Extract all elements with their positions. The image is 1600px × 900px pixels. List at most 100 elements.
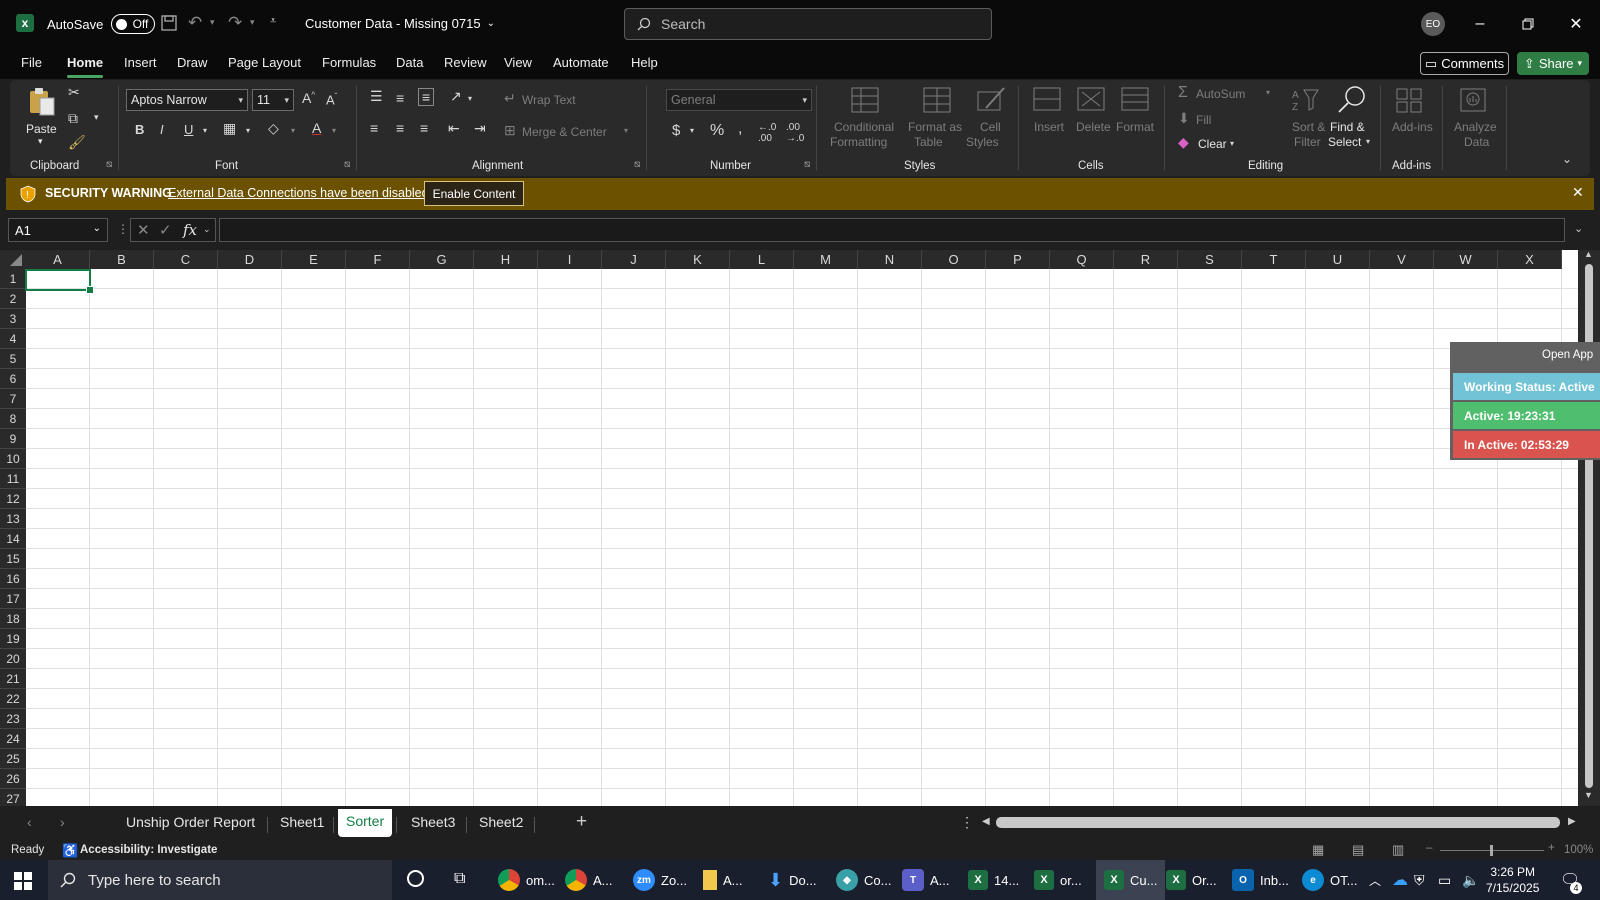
cut-icon[interactable]: ✂ <box>68 84 80 101</box>
redo-dropdown-icon[interactable]: ▾ <box>250 17 255 28</box>
add-ins-icon[interactable] <box>1394 86 1426 118</box>
accessibility-status[interactable]: Accessibility: Investigate <box>80 844 217 856</box>
row-header[interactable]: 22 <box>0 689 26 709</box>
menu-insert[interactable]: Insert <box>124 55 157 70</box>
sheet-tab-sheet3[interactable]: Sheet3 <box>411 814 455 830</box>
fill-icon[interactable]: ⬇ <box>1178 110 1190 127</box>
row-header[interactable]: 4 <box>0 329 26 349</box>
row-header[interactable]: 7 <box>0 389 26 409</box>
taskbar-app-excel-3[interactable]: X Or... <box>1166 860 1217 900</box>
enter-icon[interactable]: ✓ <box>159 221 172 239</box>
restore-icon[interactable] <box>1516 12 1540 36</box>
cell-styles-button[interactable]: Cell <box>980 120 1001 134</box>
chevron-down-icon[interactable]: ⌄ <box>93 223 101 234</box>
analyze-data-button[interactable]: Analyze <box>1454 120 1497 134</box>
sheet-tab-sorter[interactable]: Sorter <box>338 809 393 837</box>
menu-help[interactable]: Help <box>631 55 658 70</box>
column-header[interactable]: G <box>410 250 474 269</box>
more-options-icon[interactable]: ⋮ <box>960 814 974 831</box>
taskbar-app-edge[interactable]: e OT... <box>1302 860 1357 900</box>
zoom-slider[interactable] <box>1440 845 1544 856</box>
column-header[interactable]: Q <box>1050 250 1114 269</box>
row-header[interactable]: 5 <box>0 349 26 369</box>
row-header[interactable]: 14 <box>0 529 26 549</box>
column-header[interactable]: P <box>986 250 1050 269</box>
task-view-icon[interactable]: ⧉ <box>454 870 465 888</box>
bold-icon[interactable]: B <box>135 122 144 137</box>
paste-label[interactable]: Paste <box>26 122 57 136</box>
redo-icon[interactable]: ↷ <box>228 13 242 33</box>
autosum-button[interactable]: AutoSum <box>1196 87 1245 101</box>
conditional-formatting-icon[interactable] <box>850 86 882 118</box>
column-header[interactable]: X <box>1498 250 1562 269</box>
row-header[interactable]: 25 <box>0 749 26 769</box>
zoom-out-icon[interactable]: – <box>1426 842 1432 854</box>
row-header[interactable]: 17 <box>0 589 26 609</box>
scroll-down-icon[interactable]: ▼ <box>1584 790 1593 800</box>
share-button[interactable]: ⇪ Share ▾ <box>1517 52 1589 75</box>
insert-cells-icon[interactable] <box>1032 86 1064 118</box>
italic-icon[interactable]: I <box>160 122 164 137</box>
autosave-control[interactable]: AutoSave Off <box>47 14 156 34</box>
normal-view-icon[interactable]: ▦ <box>1312 842 1324 858</box>
column-header[interactable]: R <box>1114 250 1178 269</box>
column-header[interactable]: J <box>602 250 666 269</box>
conditional-formatting-button[interactable]: Conditional <box>834 120 894 134</box>
merge-center-button[interactable]: Merge & Center <box>522 125 607 139</box>
column-header[interactable]: M <box>794 250 858 269</box>
menu-review[interactable]: Review <box>444 55 487 70</box>
row-header[interactable]: 13 <box>0 509 26 529</box>
column-header[interactable]: E <box>282 250 346 269</box>
fill-color-icon[interactable]: ◇ <box>268 120 279 137</box>
row-header[interactable]: 24 <box>0 729 26 749</box>
taskbar-app-excel-2[interactable]: Xor... <box>1034 860 1082 900</box>
fill-button[interactable]: Fill <box>1196 113 1211 127</box>
column-header[interactable]: O <box>922 250 986 269</box>
taskbar-app-teams[interactable]: T A... <box>902 860 950 900</box>
undo-icon[interactable]: ↶ <box>188 13 202 33</box>
sort-filter-icon[interactable]: AZ <box>1290 86 1322 118</box>
format-cells-icon[interactable] <box>1120 86 1152 118</box>
column-header[interactable]: B <box>90 250 154 269</box>
row-header[interactable]: 20 <box>0 649 26 669</box>
insert-cells-button[interactable]: Insert <box>1034 120 1064 134</box>
more-options-icon[interactable]: ⋮ <box>117 222 129 236</box>
find-select-icon[interactable] <box>1336 84 1368 116</box>
format-cells-button[interactable]: Format <box>1116 120 1154 134</box>
column-header[interactable]: L <box>730 250 794 269</box>
dialog-launcher-icon[interactable]: ⧅ <box>106 159 112 170</box>
search-input[interactable]: Search <box>624 8 992 40</box>
avatar[interactable]: EO <box>1421 12 1445 36</box>
customize-qat-icon[interactable]: ⩡ <box>270 15 276 28</box>
cortana-icon[interactable] <box>407 870 424 887</box>
column-header[interactable]: H <box>474 250 538 269</box>
format-painter-icon[interactable]: 🖌 <box>68 134 86 151</box>
vertical-scrollbar[interactable]: ▲ ▼ <box>1578 250 1600 806</box>
font-name-select[interactable]: Aptos Narrow ▾ <box>126 89 248 111</box>
row-header[interactable]: 21 <box>0 669 26 689</box>
page-layout-view-icon[interactable]: ▤ <box>1352 842 1364 858</box>
security-tray-icon[interactable]: ⛨ <box>1414 860 1425 900</box>
row-header[interactable]: 11 <box>0 469 26 489</box>
delete-cells-button[interactable]: Delete <box>1076 120 1111 134</box>
close-icon[interactable]: ✕ <box>1572 184 1584 201</box>
row-header[interactable]: 19 <box>0 629 26 649</box>
merge-center-icon[interactable]: ⊞ <box>504 122 516 139</box>
row-header[interactable]: 8 <box>0 409 26 429</box>
row-header[interactable]: 1 <box>0 269 26 289</box>
borders-dropdown-icon[interactable]: ▾ <box>246 126 250 135</box>
find-dropdown-icon[interactable]: ▾ <box>1366 137 1370 146</box>
zoom-level[interactable]: 100% <box>1564 844 1593 856</box>
minimize-icon[interactable]: – <box>1468 12 1492 36</box>
taskbar-app-zoom[interactable]: zm Zo... <box>633 860 687 900</box>
currency-dropdown-icon[interactable]: ▾ <box>690 126 694 135</box>
format-as-table-button[interactable]: Format as <box>908 120 962 134</box>
percent-icon[interactable]: % <box>710 122 724 140</box>
column-header[interactable]: K <box>666 250 730 269</box>
menu-view[interactable]: View <box>504 55 532 70</box>
taskbar-app-excel-active[interactable]: X Cu... <box>1096 860 1166 900</box>
number-format-select[interactable]: General ▾ <box>666 89 812 111</box>
add-sheet-icon[interactable]: + <box>576 811 587 833</box>
column-header[interactable]: U <box>1306 250 1370 269</box>
delete-cells-icon[interactable] <box>1076 86 1108 118</box>
